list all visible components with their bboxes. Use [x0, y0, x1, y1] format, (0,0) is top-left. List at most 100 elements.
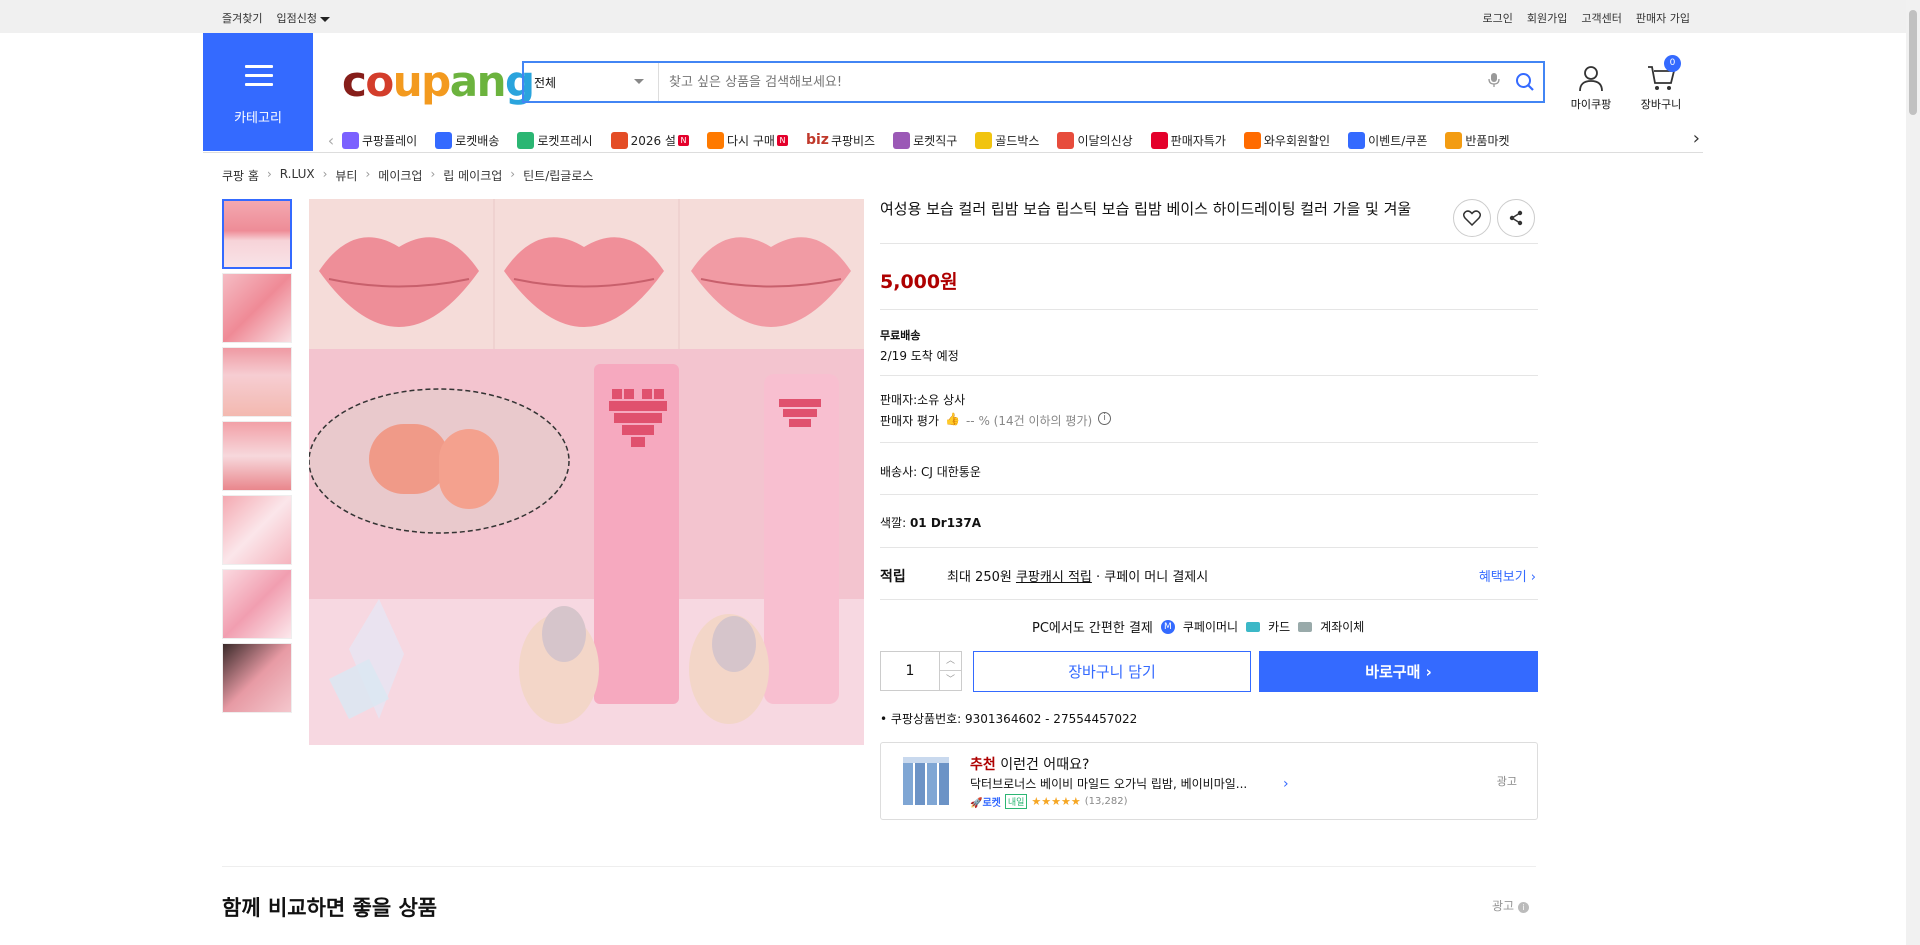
- seller-name: 판매자:소유 상사: [880, 393, 966, 407]
- product-thumbnail[interactable]: [222, 569, 292, 639]
- recommend-product-image: [899, 753, 959, 811]
- product-thumbnail[interactable]: [222, 273, 292, 343]
- search-input[interactable]: [659, 64, 1481, 100]
- recommend-heading: 추천 이런건 어때요?: [970, 754, 1089, 774]
- nav-item[interactable]: 2026 설N: [610, 131, 689, 149]
- nav-item[interactable]: biz 쿠팡비즈: [806, 132, 875, 149]
- nav-item-label: 쿠팡플레이: [362, 133, 418, 148]
- seller-rating-value: -- % (14건 이하의 평가): [965, 414, 1093, 428]
- user-icon: [1565, 63, 1617, 96]
- seller-apply-link[interactable]: 입점신청: [276, 10, 330, 26]
- coupang-cash-link[interactable]: 쿠팡캐시 적립: [1016, 570, 1092, 585]
- customer-center-link[interactable]: 고객센터: [1581, 10, 1621, 26]
- signup-link[interactable]: 회원가입: [1527, 10, 1567, 26]
- breadcrumb-item[interactable]: 틴트/립글로스: [523, 167, 593, 184]
- nav-item-label: 와우회원할인: [1263, 133, 1331, 148]
- new-badge: N: [776, 134, 788, 146]
- category-nav: ‹ 쿠팡플레이 로켓배송 로켓프레시 2026 설 N 다시 구매 Nbiz 쿠팡비즈 로켓직구…: [320, 128, 1700, 152]
- breadcrumb-item[interactable]: 메이크업: [378, 167, 422, 184]
- benefit-link-label: 혜택보기: [1478, 570, 1527, 585]
- nav-next-icon[interactable]: ›: [1693, 128, 1700, 149]
- chevron-down-icon: [319, 16, 330, 22]
- nav-item-icon: [1445, 131, 1463, 149]
- product-thumbnail[interactable]: [222, 199, 292, 269]
- new-badge: N: [677, 134, 689, 146]
- seller-signup-link[interactable]: 판매자 가입: [1636, 10, 1690, 26]
- product-number-text: 쿠팡상품번호: 9301364602 - 27554457022: [890, 712, 1138, 726]
- arrival-date: 2/19 도착 예정: [880, 349, 959, 363]
- search-icon[interactable]: [1507, 72, 1543, 92]
- main-product-image[interactable]: [309, 199, 864, 745]
- bank-icon: [1298, 621, 1313, 632]
- scrollbar[interactable]: [1906, 0, 1920, 945]
- quantity-input[interactable]: 1: [881, 652, 939, 690]
- header: 카테고리 coupang 전체 마이쿠팡 0 장바구니 ‹ 쿠팡플레이 로켓배송 로…: [0, 33, 1920, 153]
- coupang-logo[interactable]: coupang: [342, 57, 535, 106]
- rocket-badge: 🚀로켓: [970, 798, 1001, 809]
- nav-item[interactable]: 이달의신상: [1057, 131, 1133, 149]
- my-coupang-button[interactable]: 마이쿠팡: [1565, 63, 1617, 112]
- breadcrumb-item[interactable]: 쿠팡 홈: [222, 167, 259, 184]
- breadcrumb-item[interactable]: 뷰티: [335, 167, 357, 184]
- nav-item-label: 다시 구매: [726, 133, 775, 148]
- nav-item-label: 골드박스: [995, 133, 1040, 148]
- add-to-cart-button[interactable]: 장바구니 담기: [973, 651, 1251, 692]
- buy-now-button[interactable]: 바로구매 ›: [1259, 651, 1538, 692]
- nav-item[interactable]: 판매자특가: [1150, 131, 1226, 149]
- pay-option: 계좌이체: [1320, 620, 1365, 634]
- nav-item[interactable]: 로켓프레시: [517, 131, 593, 149]
- info-icon[interactable]: i: [1098, 412, 1112, 425]
- category-button[interactable]: 카테고리: [203, 33, 313, 151]
- login-link[interactable]: 로그인: [1483, 10, 1513, 26]
- nav-prev-icon[interactable]: ‹: [320, 131, 342, 150]
- nav-item-icon: [893, 131, 911, 149]
- cart-icon: 0: [1635, 55, 1687, 96]
- breadcrumb-item[interactable]: 립 메이크업: [443, 167, 502, 184]
- scrollbar-thumb[interactable]: [1909, 10, 1917, 115]
- my-coupang-label: 마이쿠팡: [1570, 98, 1612, 111]
- nav-item[interactable]: 로켓직구: [893, 131, 958, 149]
- nav-item-label: 로켓프레시: [537, 133, 593, 148]
- recommend-title: 이런건 어때요?: [1000, 757, 1090, 773]
- quantity-decrease-icon[interactable]: ﹀: [940, 671, 961, 690]
- product-thumbnail[interactable]: [222, 421, 292, 491]
- tomorrow-badge: 내일: [1004, 794, 1028, 809]
- nav-item-icon: [342, 131, 359, 149]
- compare-section-title: 함께 비교하면 좋을 상품: [222, 896, 438, 920]
- nav-item-label: 로켓배송: [455, 133, 500, 148]
- divider: [880, 243, 1538, 244]
- nav-item[interactable]: 골드박스: [975, 131, 1040, 149]
- bookmark-link[interactable]: 즐겨찾기: [222, 10, 262, 26]
- recommend-tag: 추천: [970, 757, 996, 773]
- info-icon[interactable]: i: [1517, 902, 1529, 913]
- quantity-increase-icon[interactable]: ︿: [940, 652, 961, 671]
- recommend-card[interactable]: 추천 이런건 어때요? 닥터브로너스 베이비 마일드 오가닉 립밤, 베이비마일…: [880, 742, 1538, 820]
- nav-item[interactable]: 다시 구매 N: [706, 131, 788, 149]
- nav-item[interactable]: 와우회원할인: [1243, 131, 1331, 149]
- nav-item-label: 로켓직구: [913, 133, 958, 148]
- buy-now-label: 바로구매: [1365, 663, 1421, 681]
- reward-label: 적립: [880, 569, 906, 585]
- wishlist-heart-icon[interactable]: [1453, 199, 1491, 237]
- search-scope-select[interactable]: 전체: [524, 63, 659, 101]
- nav-item-label: 이벤트/쿠폰: [1368, 133, 1428, 148]
- cart-button[interactable]: 0 장바구니: [1635, 55, 1687, 112]
- product-thumbnail[interactable]: [222, 495, 292, 565]
- share-icon[interactable]: [1497, 199, 1535, 237]
- reward-amount: 최대 250원: [947, 570, 1012, 585]
- microphone-icon[interactable]: [1481, 72, 1507, 92]
- nav-item-icon: [517, 131, 535, 149]
- benefit-link[interactable]: 혜택보기 ›: [1479, 566, 1536, 585]
- nav-item[interactable]: 쿠팡플레이: [342, 131, 418, 149]
- nav-item[interactable]: 로켓배송: [435, 131, 500, 149]
- thumbnail-list: [222, 199, 292, 717]
- easy-pay-row: PC에서도 간편한 결제 M 쿠페이머니 카드 계좌이체: [1032, 617, 1364, 636]
- breadcrumb-item[interactable]: R.LUX: [280, 167, 315, 184]
- product-thumbnail[interactable]: [222, 347, 292, 417]
- easy-pay-title: PC에서도 간편한 결제: [1032, 621, 1153, 636]
- product-thumbnail[interactable]: [222, 643, 292, 713]
- card-icon: [1246, 621, 1261, 632]
- nav-item[interactable]: 이벤트/쿠폰: [1348, 131, 1428, 149]
- nav-item[interactable]: 반품마켓: [1445, 131, 1510, 149]
- nav-item-icon: [975, 131, 993, 149]
